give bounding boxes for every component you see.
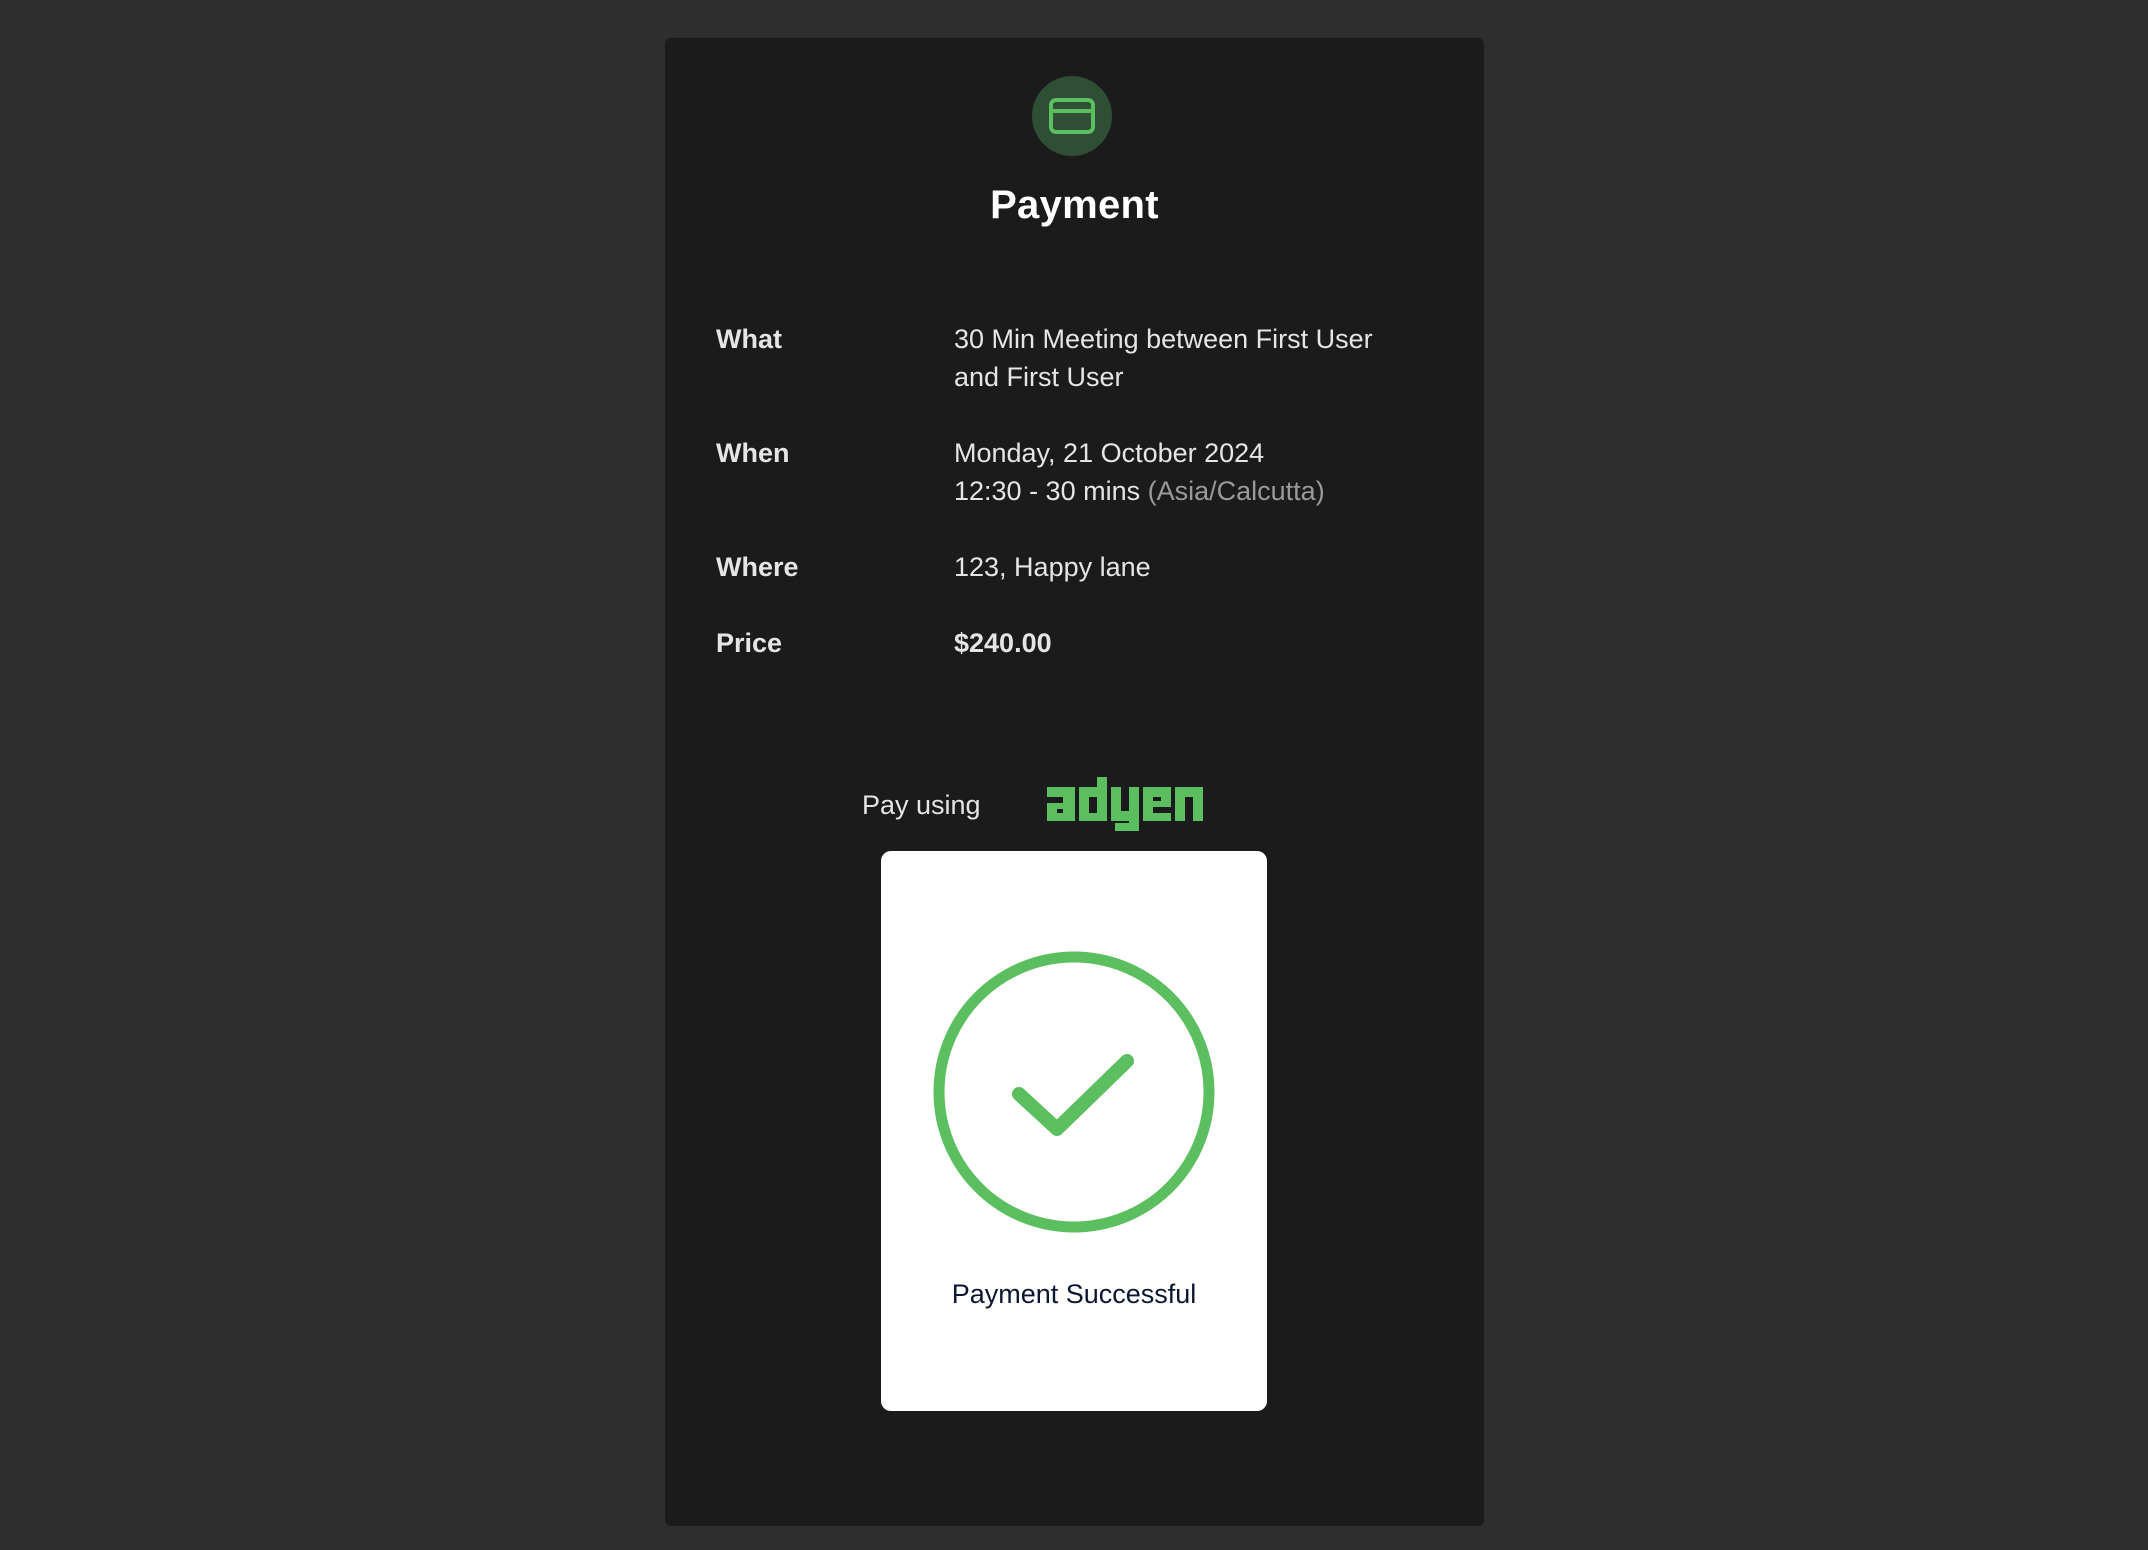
price-value: $240.00: [954, 628, 1052, 658]
what-value: 30 Min Meeting between First User and Fi…: [954, 320, 1424, 396]
when-value: Monday, 21 October 2024 12:30 - 30 mins …: [954, 434, 1424, 510]
credit-card-icon: [1032, 76, 1112, 156]
booking-details: What 30 Min Meeting between First User a…: [716, 320, 1436, 700]
when-label: When: [716, 438, 790, 468]
check-circle-icon: [931, 949, 1217, 1235]
pay-using-label: Pay using: [862, 789, 981, 820]
payment-result-box: Payment Successful: [881, 851, 1267, 1411]
what-value-line2: and First User: [954, 362, 1124, 392]
when-timezone: (Asia/Calcutta): [1147, 476, 1325, 506]
where-label: Where: [716, 552, 799, 582]
when-date: Monday, 21 October 2024: [954, 438, 1265, 468]
detail-row-when: When Monday, 21 October 2024 12:30 - 30 …: [716, 434, 1436, 510]
what-label: What: [716, 324, 782, 354]
payment-status-text: Payment Successful: [951, 1279, 1197, 1309]
detail-row-price: Price $240.00: [716, 624, 1436, 662]
page-title: Payment: [990, 183, 1159, 227]
detail-row-where: Where 123, Happy lane: [716, 548, 1436, 586]
what-value-line1: 30 Min Meeting between First User: [954, 324, 1373, 354]
adyen-logo: [1045, 775, 1225, 836]
when-time-line: 12:30 - 30 mins (Asia/Calcutta): [954, 472, 1424, 510]
payment-card: Payment What 30 Min Meeting between Firs…: [665, 38, 1484, 1526]
when-time: 12:30 - 30 mins: [954, 476, 1141, 506]
price-label: Price: [716, 628, 783, 658]
detail-row-what: What 30 Min Meeting between First User a…: [716, 320, 1436, 396]
where-value: 123, Happy lane: [954, 552, 1151, 582]
pay-using-row: Pay using: [862, 773, 1225, 836]
